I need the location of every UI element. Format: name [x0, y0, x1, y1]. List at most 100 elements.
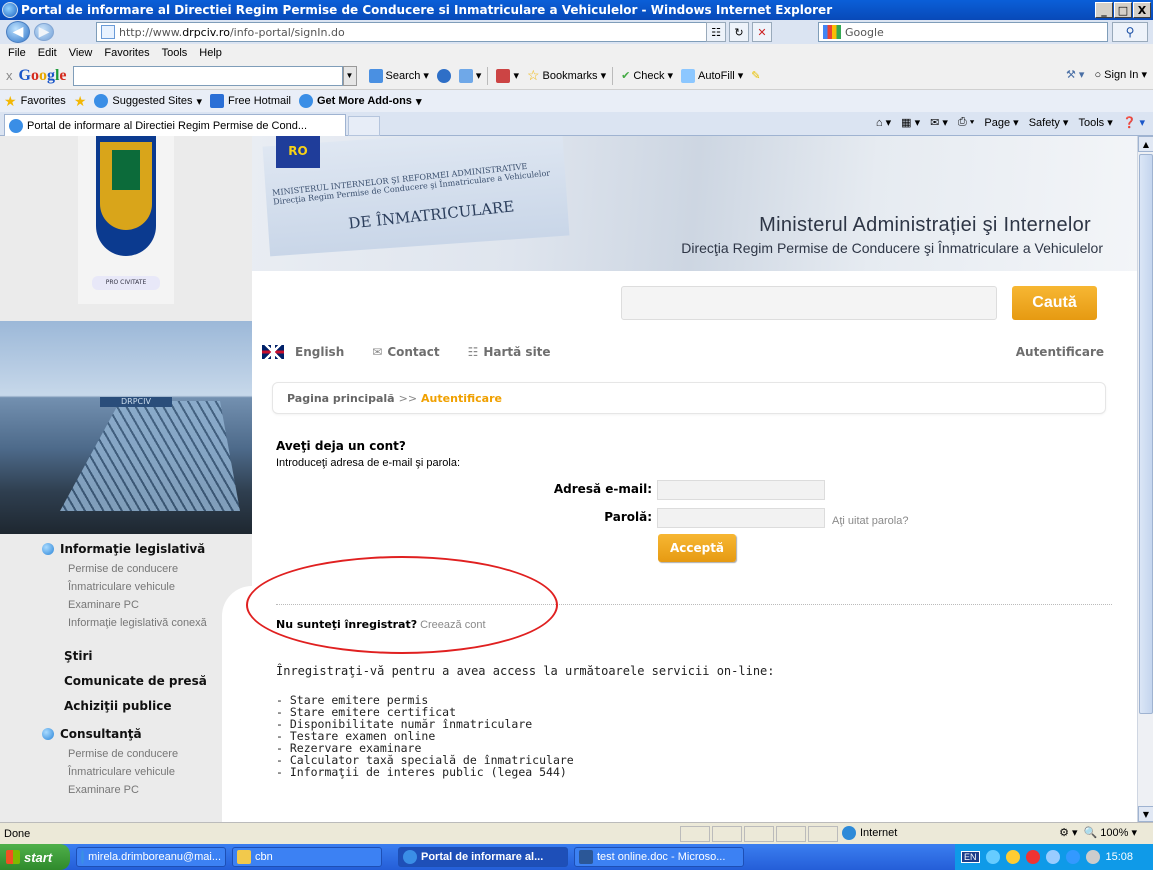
add-favorite-icon[interactable]: ★ [74, 93, 87, 110]
nav-consulting-registration[interactable]: Înmatriculare vehicule [0, 763, 252, 781]
nav-news[interactable]: Ştiri [0, 644, 252, 669]
forgot-password-link[interactable]: Aţi uitat parola? [832, 515, 908, 527]
menu-help[interactable]: Help [199, 47, 222, 59]
breadcrumb-current: Autentificare [421, 391, 502, 405]
tools-menu[interactable]: Tools ▾ [1078, 116, 1112, 129]
breadcrumb-home[interactable]: Pagina principală [287, 392, 395, 405]
bookmarks-button[interactable]: ☆ Bookmarks ▾ [527, 67, 606, 84]
services-list: - Stare emitere permis - Stare emitere c… [276, 694, 574, 778]
nav-press[interactable]: Comunicate de presă [0, 669, 252, 694]
envelope-icon: ✉ [372, 345, 383, 359]
home-icon[interactable]: ⌂ ▾ [876, 116, 891, 129]
password-field[interactable] [657, 508, 825, 528]
search-go-icon[interactable]: ⚲ [1112, 22, 1148, 42]
scroll-down-icon[interactable]: ▼ [1138, 806, 1153, 822]
menu-tools[interactable]: Tools [162, 47, 188, 59]
feeds-icon[interactable]: ▦ ▾ [901, 116, 920, 129]
email-label: Adresă e-mail: [553, 482, 652, 496]
autofill-button[interactable]: AutoFill ▾ [681, 68, 743, 83]
google-search-button[interactable]: Search ▾ [368, 68, 429, 83]
google-toolbar: x Google ▼ Search ▾ ▾ ▾ ☆ Bookmarks ▾ ✔ Che… [0, 62, 1153, 90]
start-button[interactable]: start [0, 844, 70, 870]
zoom-button[interactable]: 🔍 100% ▾ [1084, 826, 1137, 839]
nav-procurement[interactable]: Achiziţii publice [0, 694, 252, 719]
google-dropdown-icon[interactable]: ▼ [342, 65, 357, 86]
scroll-up-icon[interactable]: ▲ [1138, 136, 1153, 152]
maximize-button[interactable]: □ [1114, 2, 1132, 18]
nav-consulting-exam[interactable]: Examinare PC [0, 781, 252, 799]
language-indicator[interactable]: EN [961, 851, 980, 863]
google-search-input[interactable] [72, 65, 343, 86]
nav-legislative-registration[interactable]: Înmatriculare vehicule [0, 578, 252, 596]
taskbar-item-portal[interactable]: Portal de informare al... [398, 847, 568, 867]
plus-icon[interactable]: ▾ [458, 68, 481, 83]
menu-edit[interactable]: Edit [38, 47, 57, 59]
favorites-star-icon: ★ [4, 92, 17, 109]
list-item: - Informaţii de interes public (legea 54… [276, 765, 567, 779]
tab-portal[interactable]: Portal de informare al Directiei Regim P… [4, 114, 346, 136]
search-box[interactable]: Google [818, 22, 1108, 42]
email-field[interactable] [657, 480, 825, 500]
spell-check-button[interactable]: ✔ Check ▾ [621, 69, 673, 83]
new-tab-button[interactable] [348, 116, 380, 136]
close-button[interactable]: X [1133, 2, 1151, 18]
menu-view[interactable]: View [69, 47, 93, 59]
sign-in-button[interactable]: ○ Sign In ▾ [1094, 68, 1147, 81]
scroll-thumb[interactable] [1139, 154, 1153, 714]
minimize-button[interactable]: _ [1095, 2, 1113, 18]
suggested-sites-link[interactable]: Suggested Sites ▾ [94, 94, 202, 108]
menu-file[interactable]: File [8, 47, 26, 59]
refresh-icon[interactable]: ↻ [729, 22, 749, 42]
taskbar-item-word[interactable]: test online.doc - Microso... [574, 847, 744, 867]
forward-button[interactable]: ▶ [34, 23, 54, 41]
menu-bar: File Edit View Favorites Tools Help [0, 44, 1153, 62]
highlighter-icon[interactable]: ✎ [751, 69, 760, 82]
status-text: Done [4, 827, 31, 840]
status-bar: Done Internet ⚙ ▾ 🔍 100% ▾ [0, 822, 1153, 844]
addons-link[interactable]: Get More Add-ons ▾ [299, 94, 421, 108]
sitemap-link[interactable]: ☷ Hartă site [468, 345, 551, 359]
english-link[interactable]: English [262, 345, 344, 359]
page-viewport: PRO CIVITATE DRPCIV Informaţie legislati… [0, 136, 1137, 822]
vertical-scrollbar[interactable]: ▲ ▼ [1137, 136, 1153, 822]
accept-button[interactable]: Acceptă [658, 534, 736, 562]
nav-legislative-licenses[interactable]: Permise de conducere [0, 560, 252, 578]
page-menu[interactable]: Page ▾ [984, 116, 1018, 129]
nav-legislative[interactable]: Informaţie legislativă [0, 538, 252, 560]
login-title: Aveţi deja un cont? [276, 439, 406, 453]
taskbar-item-mail[interactable]: mirela.drimboreanu@mai... [76, 847, 226, 867]
globe-icon[interactable] [436, 68, 451, 83]
stop-icon[interactable]: ✕ [752, 22, 772, 42]
favorites-button[interactable]: ★ Favorites [4, 93, 66, 110]
address-input[interactable]: http://www. drpciv.ro/info-portal/signIn.… [96, 22, 721, 42]
mail-icon[interactable]: ✉ ▾ [930, 116, 948, 129]
nav-consulting-licenses[interactable]: Permise de conducere [0, 745, 252, 763]
help-icon[interactable]: ❓ ▾ [1123, 116, 1145, 129]
left-navigation: Informaţie legislativă Permise de conduc… [0, 538, 252, 799]
system-tray: EN 15:08 [955, 844, 1153, 870]
site-search-button[interactable]: Caută [1012, 286, 1097, 320]
wrench-icon[interactable]: ⚒ ▾ [1066, 68, 1084, 81]
nav-legislative-exam[interactable]: Examinare PC [0, 596, 252, 614]
protected-mode-icon[interactable]: ⚙ ▾ [1059, 826, 1077, 839]
windows-logo-icon [6, 850, 20, 864]
safety-menu[interactable]: Safety ▾ [1029, 116, 1069, 129]
compat-view-icon[interactable]: ☷ [706, 22, 726, 42]
google-toolbar-close-icon[interactable]: x [6, 68, 13, 83]
back-button[interactable]: ◀ [6, 21, 30, 43]
hotmail-link[interactable]: Free Hotmail [210, 94, 291, 108]
menu-favorites[interactable]: Favorites [104, 47, 149, 59]
coat-of-arms-logo: PRO CIVITATE [78, 136, 174, 304]
nav-legislative-related[interactable]: Informaţie legislativă conexă [0, 614, 252, 632]
popup-blocker-icon[interactable]: ▾ [496, 68, 519, 83]
page-icon [101, 25, 115, 39]
star-icon: ☆ [526, 67, 540, 83]
auth-link[interactable]: Autentificare [1016, 345, 1104, 359]
window-titlebar: Portal de informare al Directiei Regim P… [0, 0, 1153, 20]
tray-app-icon [1045, 850, 1060, 864]
nav-consulting[interactable]: Consultanţă [0, 723, 252, 745]
print-icon[interactable]: ⎙ ▾ [958, 116, 974, 129]
contact-link[interactable]: ✉ Contact [372, 345, 439, 359]
taskbar-item-folder[interactable]: cbn [232, 847, 382, 867]
site-search-input[interactable] [621, 286, 997, 320]
